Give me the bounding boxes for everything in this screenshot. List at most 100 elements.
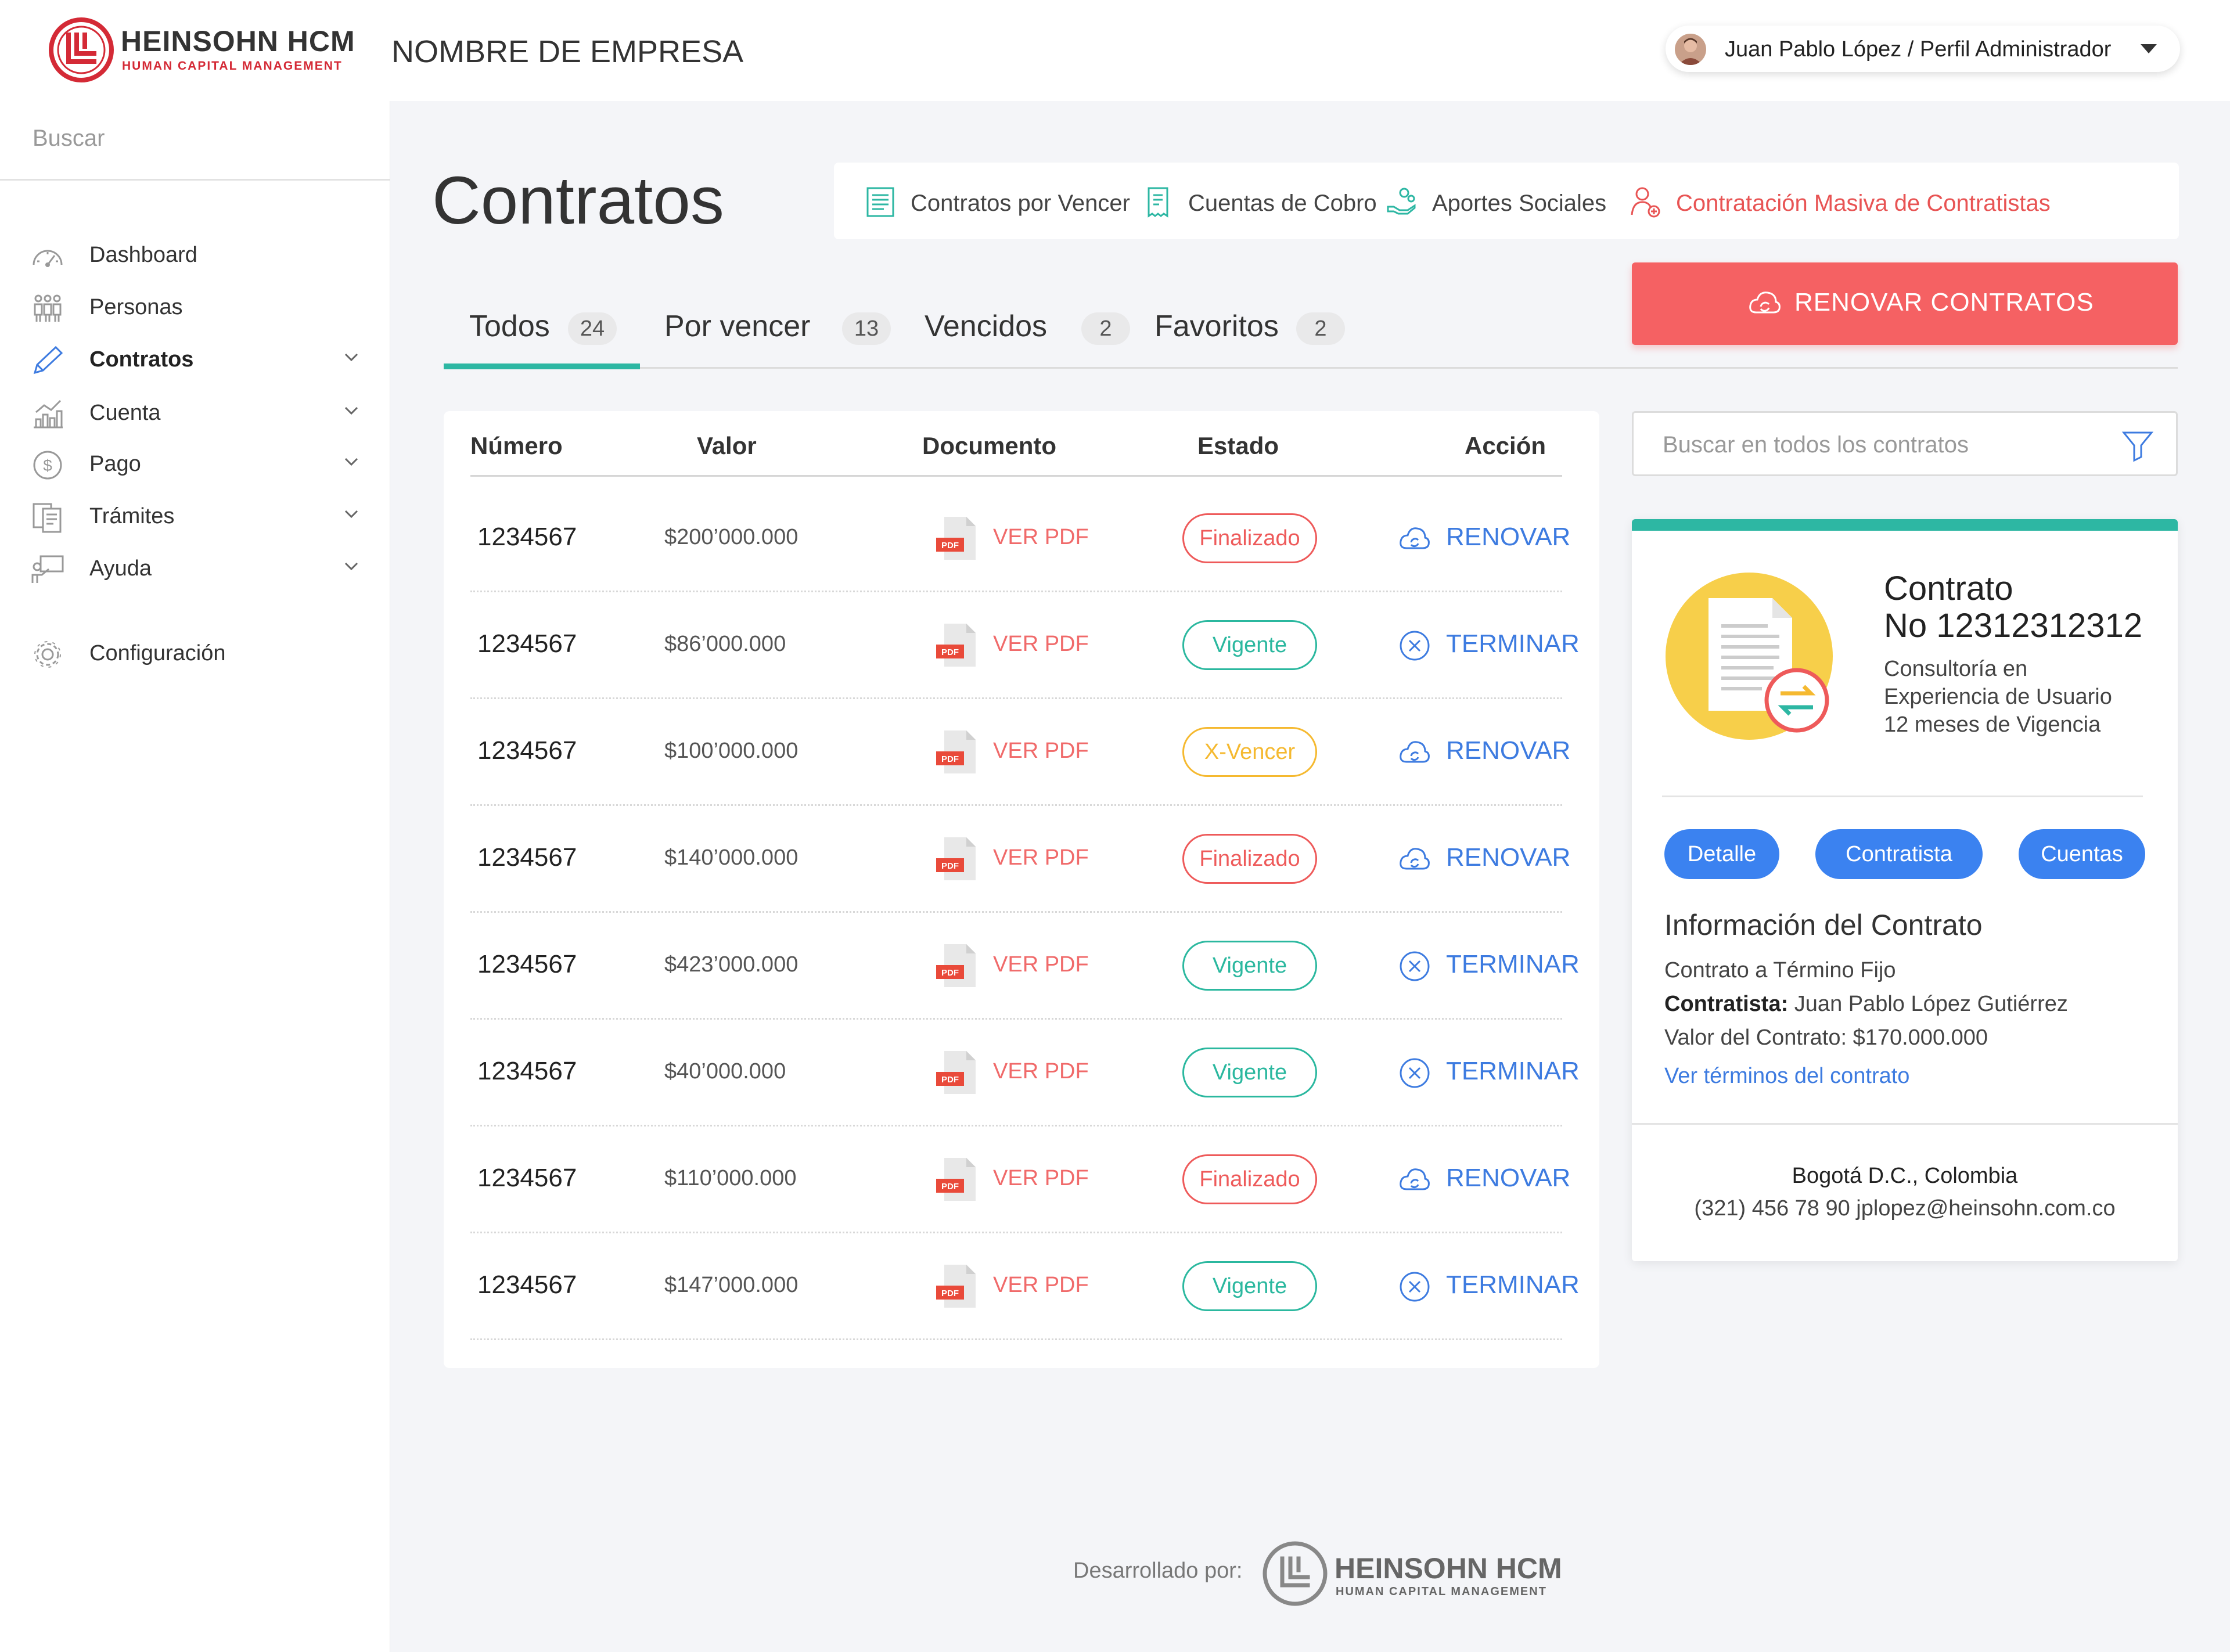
sidebar-item-label: Trámites [89,504,175,528]
avatar [1675,34,1706,65]
contract-info-heading: Información del Contrato [1664,909,1983,941]
renew-button[interactable]: RENOVAR [1446,1164,1570,1193]
sidebar-item-ayuda[interactable]: Ayuda [0,544,390,590]
renew-button[interactable]: RENOVAR [1446,843,1570,872]
view-terms-link[interactable]: Ver términos del contrato [1664,1064,1909,1089]
contract-value-cell: $200’000.000 [664,525,799,549]
table-row: 1234567 $86’000.000 PDF VER PDF Vigente TERMI… [470,592,1580,699]
brand-name: HEINSOHN HCM [121,25,355,57]
sidebar-item-tramites[interactable]: Trámites [0,491,390,538]
tab-vencidos[interactable]: Vencidos 2 [925,307,1134,353]
tab-todos[interactable]: Todos 24 [469,307,638,353]
pdf-file-icon[interactable]: PDF [935,622,978,669]
contract-detail-card: Contrato No 12312312312 Consultoría en E… [1632,519,2178,1261]
close-circle-icon [1400,631,1430,661]
contracts-search-box [1632,411,2178,476]
tab-por-vencer[interactable]: Por vencer 13 [664,307,897,353]
pdf-file-icon[interactable]: PDF [935,836,978,883]
pdf-file-icon[interactable]: PDF [935,1264,978,1310]
chevron-down-icon[interactable] [344,405,359,416]
sidebar-item-configuracion[interactable]: Configuración [0,628,390,675]
status-badge: Vigente [1182,941,1317,991]
tab-count-badge: 2 [1296,312,1345,345]
renew-button[interactable]: RENOVAR [1446,736,1570,765]
terminate-button[interactable]: TERMINAR [1446,1271,1580,1300]
column-header-valor[interactable]: Valor [697,432,757,460]
people-icon [34,294,62,322]
terminate-button[interactable]: TERMINAR [1446,629,1580,658]
svg-text:PDF: PDF [941,754,959,764]
column-header-numero[interactable]: Número [470,432,563,460]
view-pdf-link[interactable]: VER PDF [993,632,1089,657]
table-row: 1234567 $110’000.000 PDF VER PDF Finalizado R… [470,1126,1570,1233]
sidebar-item-label: Ayuda [89,556,152,581]
detalle-button[interactable]: Detalle [1664,829,1779,879]
table-row: 1234567 $200’000.000 PDF VER PDF Finalizado R… [470,485,1570,592]
pdf-file-icon[interactable]: PDF [935,729,978,776]
chevron-down-icon[interactable] [344,509,359,519]
column-header-documento[interactable]: Documento [922,432,1056,460]
sidebar-item-personas[interactable]: Personas [0,282,390,329]
view-pdf-link[interactable]: VER PDF [993,1059,1089,1084]
view-pdf-link[interactable]: VER PDF [993,525,1089,550]
contact-city: Bogotá D.C., Colombia [1792,1164,2018,1188]
chevron-down-icon[interactable] [344,352,359,362]
chevron-down-icon[interactable] [344,561,359,571]
status-badge: Finalizado [1182,513,1317,563]
terminate-button[interactable]: TERMINAR [1446,950,1580,979]
pdf-file-icon[interactable]: PDF [935,516,978,562]
quick-link-contratos-por-vencer[interactable]: Contratos por Vencer [864,186,1137,221]
contract-value: Valor del Contrato: $170.000.000 [1664,1025,1988,1050]
contracts-table: Número Valor Documento Estado Acción 123… [444,411,1599,1368]
view-pdf-link[interactable]: VER PDF [993,952,1089,977]
contratista-button[interactable]: Contratista [1815,829,1983,879]
column-header-estado[interactable]: Estado [1197,432,1279,460]
contract-value-cell: $40’000.000 [664,1059,786,1084]
footer-developed-by: Desarrollado por: [1073,1559,1243,1583]
user-name: Juan Pablo López / Perfil Administrador [1725,37,2112,62]
terminate-button[interactable]: TERMINAR [1446,1057,1580,1086]
svg-text:$: $ [43,456,52,474]
sidebar-item-dashboard[interactable]: Dashboard [0,230,390,276]
caret-down-icon [2141,44,2157,53]
pdf-file-icon[interactable]: PDF [935,1157,978,1203]
svg-text:PDF: PDF [941,541,959,550]
brand-logo[interactable]: HEINSOHN HCM HUMAN CAPITAL MANAGEMENT [46,15,355,85]
pencil-icon [33,345,63,375]
heinsohn-logo-icon [49,17,114,82]
tab-favoritos[interactable]: Favoritos 2 [1154,307,1364,353]
user-menu[interactable]: Juan Pablo López / Perfil Administrador [1666,26,2180,72]
chevron-down-icon[interactable] [344,456,359,467]
status-badge: Vigente [1182,1048,1317,1097]
sidebar-item-pago[interactable]: $ Pago [0,439,390,485]
sidebar-item-contratos[interactable]: Contratos [0,334,390,381]
sidebar: Buscar Dashboard Personas Contratos Cuen… [0,101,390,1652]
view-pdf-link[interactable]: VER PDF [993,739,1089,764]
quick-link-aportes-sociales[interactable]: Aportes Sociales [1386,186,1618,221]
quick-link-cuentas-de-cobro[interactable]: Cuentas de Cobro [1142,186,1386,221]
renew-button[interactable]: RENOVAR [1446,523,1570,552]
sidebar-item-cuenta[interactable]: Cuenta [0,388,390,434]
contracts-search-input[interactable] [1663,430,2104,459]
footer-brand-tagline: HUMAN CAPITAL MANAGEMENT [1336,1585,1547,1598]
sidebar-search-input[interactable]: Buscar [33,125,105,152]
pdf-file-icon[interactable]: PDF [935,1050,978,1096]
svg-text:PDF: PDF [941,968,959,978]
sidebar-item-label: Personas [89,295,183,319]
view-pdf-link[interactable]: VER PDF [993,1273,1089,1298]
filter-icon[interactable] [2120,428,2155,463]
receipt-icon [1148,187,1168,218]
cuentas-button[interactable]: Cuentas [2019,829,2145,879]
quick-link-contratacion-masiva[interactable]: Contratación Masiva de Contratistas [1630,186,2082,221]
header-divider [470,475,1562,477]
pdf-file-icon[interactable]: PDF [935,943,978,989]
row-divider [470,1338,1562,1340]
table-row: 1234567 $147’000.000 PDF VER PDF Vigente TERM… [470,1233,1580,1340]
company-name: NOMBRE DE EMPRESA [391,34,744,69]
column-header-accion[interactable]: Acción [1465,432,1546,460]
view-pdf-link[interactable]: VER PDF [993,1166,1089,1191]
view-pdf-link[interactable]: VER PDF [993,845,1089,870]
contract-value-cell: $423’000.000 [664,952,799,977]
status-badge: Vigente [1182,620,1317,670]
sidebar-item-label: Dashboard [89,243,197,267]
